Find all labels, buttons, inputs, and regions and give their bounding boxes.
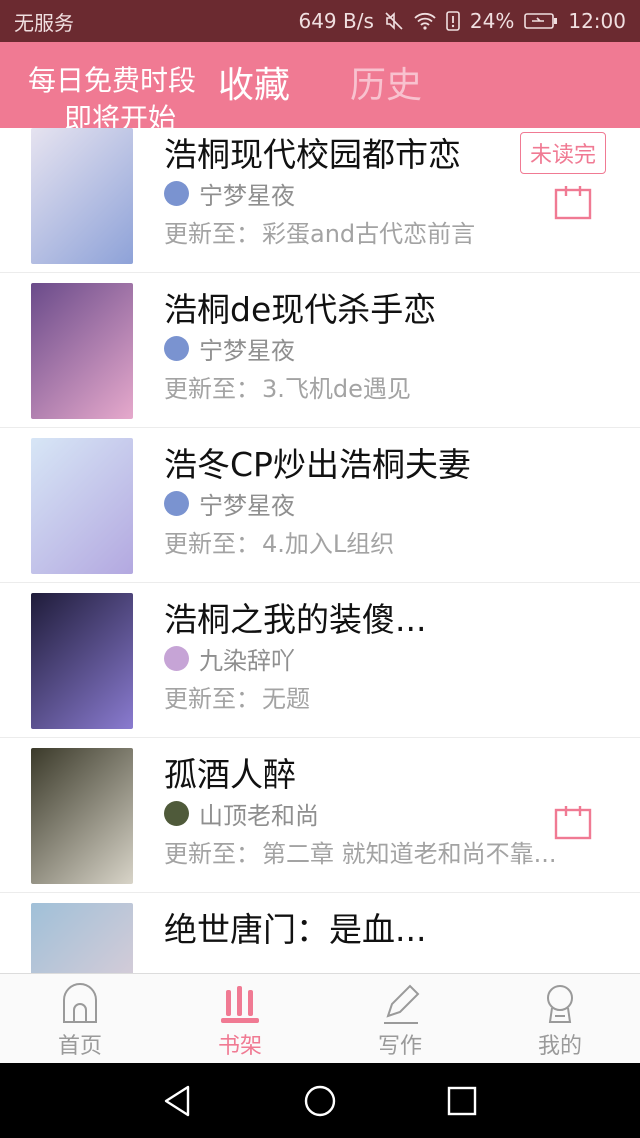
sim-alert-icon — [446, 11, 460, 31]
author-avatar — [164, 801, 189, 826]
clock-text: 12:00 — [568, 9, 626, 33]
unread-badge: 未读完 — [520, 132, 606, 174]
latest-chapter: 更新至：第二章 就知道老和尚不靠... — [164, 834, 557, 869]
latest-chapter: 更新至：4.加入L组织 — [164, 524, 394, 559]
list-item[interactable]: 绝世唐门：是血... — [0, 893, 640, 973]
tab-write-label: 写作 — [377, 1034, 422, 1059]
tab-favorites[interactable]: 收藏 — [218, 64, 290, 108]
author-avatar — [164, 336, 189, 361]
update-prefix: 更新至： — [164, 375, 260, 403]
author-name: 山顶老和尚 — [199, 802, 319, 830]
update-chapter: 4.加入L组织 — [262, 530, 395, 558]
book-title: 浩桐de现代杀手恋 — [164, 290, 437, 329]
bookshelf-list: 浩桐现代校园都市恋 宁梦星夜 更新至：彩蛋and古代恋前言 未读完 浩桐de现代杀手恋宁… — [0, 128, 640, 973]
tab-mine-label: 我的 — [537, 1034, 582, 1059]
update-prefix: 更新至： — [164, 685, 260, 713]
update-chapter: 彩蛋and古代恋前言 — [262, 220, 476, 248]
book-cover[interactable] — [31, 748, 133, 884]
status-right: 649 B/s 24% 12:00 — [298, 9, 626, 33]
latest-chapter: 更新至：3.飞机de遇见 — [164, 369, 411, 404]
author-row: 宁梦星夜 — [164, 176, 295, 211]
wifi-icon — [414, 12, 436, 30]
free-period-promo[interactable]: 每日免费时段 即将开始 — [28, 62, 197, 128]
tab-bookshelf-label: 书架 — [217, 1034, 262, 1059]
bottom-tab-bar: 首页 书架 写作 我的 — [0, 973, 640, 1063]
tab-bookshelf[interactable]: 书架 — [160, 974, 320, 1064]
book-cover[interactable] — [31, 903, 133, 973]
author-avatar — [164, 181, 189, 206]
book-title: 浩桐之我的装傻... — [164, 600, 427, 639]
list-item[interactable]: 浩桐之我的装傻... 九染辞吖更新至：无题 — [0, 583, 640, 738]
back-icon[interactable] — [158, 1081, 198, 1121]
mute-icon — [385, 12, 403, 30]
recents-icon[interactable] — [442, 1081, 482, 1121]
update-chapter: 第二章 就知道老和尚不靠... — [262, 840, 557, 868]
tab-write[interactable]: 写作 — [320, 974, 480, 1064]
promo-line-1: 每日免费时段 — [28, 64, 197, 97]
author-row: 宁梦星夜 — [164, 486, 295, 521]
author-row: 九染辞吖 — [164, 641, 295, 676]
list-item[interactable]: 孤酒人醉山顶老和尚更新至：第二章 就知道老和尚不靠... — [0, 738, 640, 893]
system-nav-bar — [0, 1063, 640, 1138]
book-title: 浩冬CP炒出浩桐夫妻 — [164, 445, 471, 484]
status-bar: 无服务 649 B/s 24% 12:00 — [0, 0, 640, 42]
update-prefix: 更新至： — [164, 220, 260, 248]
book-title: 孤酒人醉 — [164, 755, 296, 794]
latest-chapter: 更新至：彩蛋and古代恋前言 — [164, 214, 475, 249]
book-cover[interactable] — [31, 128, 133, 264]
tab-mine[interactable]: 我的 — [480, 974, 640, 1064]
calendar-icon[interactable] — [554, 804, 592, 840]
update-prefix: 更新至： — [164, 840, 260, 868]
list-item[interactable]: 浩桐现代校园都市恋宁梦星夜更新至：彩蛋and古代恋前言 未读完 — [0, 128, 640, 273]
carrier-text: 无服务 — [14, 10, 74, 35]
tab-home[interactable]: 首页 — [0, 974, 160, 1064]
author-name: 九染辞吖 — [199, 647, 295, 675]
tab-history[interactable]: 历史 — [350, 64, 422, 108]
list-item[interactable]: 浩桐de现代杀手恋宁梦星夜更新至：3.飞机de遇见 — [0, 273, 640, 428]
book-cover[interactable] — [31, 438, 133, 574]
list-item[interactable]: 浩冬CP炒出浩桐夫妻宁梦星夜更新至：4.加入L组织 — [0, 428, 640, 583]
battery-text: 24% — [469, 9, 515, 33]
author-avatar — [164, 646, 189, 671]
update-prefix: 更新至： — [164, 530, 260, 558]
author-row: 宁梦星夜 — [164, 331, 295, 366]
author-avatar — [164, 491, 189, 516]
network-speed: 649 B/s — [298, 9, 374, 33]
author-name: 宁梦星夜 — [199, 337, 295, 365]
book-title: 绝世唐门：是血... — [164, 910, 427, 949]
book-cover[interactable] — [31, 283, 133, 419]
latest-chapter: 更新至：无题 — [164, 679, 310, 714]
update-chapter: 3.飞机de遇见 — [262, 375, 411, 403]
home-icon — [63, 983, 97, 1023]
author-row: 山顶老和尚 — [164, 796, 319, 831]
top-header: 每日免费时段 即将开始 收藏 历史 — [0, 42, 640, 128]
author-name: 宁梦星夜 — [199, 492, 295, 520]
book-title: 浩桐现代校园都市恋 — [164, 135, 461, 174]
update-chapter: 无题 — [262, 685, 310, 713]
pencil-icon — [384, 984, 420, 1024]
battery-icon — [524, 13, 558, 29]
bookshelf-icon — [221, 986, 259, 1023]
profile-icon — [547, 985, 573, 1023]
calendar-icon[interactable] — [554, 184, 592, 220]
book-cover[interactable] — [31, 593, 133, 729]
tab-home-label: 首页 — [57, 1034, 102, 1059]
author-name: 宁梦星夜 — [199, 182, 295, 210]
home-nav-icon[interactable] — [300, 1081, 340, 1121]
promo-line-2: 即将开始 — [64, 102, 177, 128]
